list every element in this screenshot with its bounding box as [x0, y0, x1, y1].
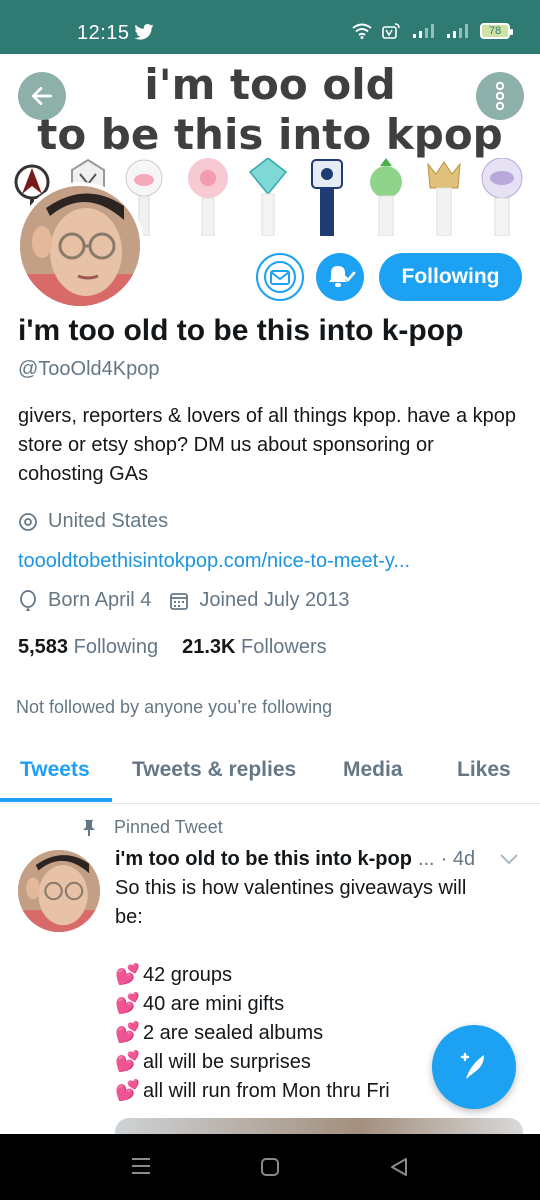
following-button[interactable]: Following — [379, 253, 522, 301]
lightstick-9 — [481, 158, 523, 236]
notifications-button[interactable] — [316, 253, 364, 301]
profile-handle: @TooOld4Kpop — [18, 358, 160, 380]
two-hearts-icon: 💕 — [115, 993, 140, 1015]
tweet-header: i'm too old to be this into k-pop ... · … — [115, 848, 475, 871]
pin-icon — [83, 819, 95, 836]
not-followed-notice: Not followed by anyone you’re following — [16, 697, 333, 717]
profile-bio: givers, reporters & lovers of all things… — [18, 405, 517, 485]
two-hearts-icon: 💕 — [115, 1080, 140, 1102]
arrow-left-icon — [31, 87, 53, 105]
tab-likes[interactable]: Likes — [457, 758, 511, 782]
tab-tweets[interactable]: Tweets — [20, 758, 90, 782]
calendar-icon — [170, 592, 189, 610]
profile-tabs: Tweets Tweets & replies Media Likes — [0, 742, 540, 804]
back-button[interactable] — [18, 72, 66, 120]
system-navigation-bar — [0, 1134, 540, 1200]
balloon-icon — [20, 589, 36, 611]
compose-tweet-button[interactable] — [432, 1025, 516, 1109]
lightstick-4 — [188, 158, 228, 236]
more-vertical-icon — [495, 81, 505, 111]
lightstick-6 — [311, 159, 343, 236]
tweet-author-avatar[interactable] — [18, 850, 100, 932]
tab-media[interactable]: Media — [343, 758, 403, 782]
lightstick-8 — [427, 161, 461, 236]
profile-location: United States — [18, 510, 168, 533]
tweet-media-preview[interactable] — [115, 1118, 523, 1134]
two-hearts-icon: 💕 — [115, 964, 140, 986]
tweet-ellipsis: ... — [417, 848, 435, 870]
battery-icon: 78 — [480, 23, 513, 39]
back-triangle-icon[interactable] — [388, 1156, 410, 1178]
location-pin-icon — [19, 512, 37, 531]
tab-tweets-replies[interactable]: Tweets & replies — [132, 758, 296, 782]
envelope-icon — [264, 261, 296, 293]
follow-counts: 5,583 Following 21.3K Followers — [18, 636, 327, 659]
tweet-author-name[interactable]: i'm too old to be this into k-pop — [115, 848, 412, 871]
following-count: 5,583 — [18, 636, 69, 658]
following-count-link[interactable]: 5,583 Following — [18, 636, 158, 658]
compose-feather-icon — [460, 1052, 484, 1079]
joined-text: Joined July 2013 — [199, 589, 350, 611]
menu-icon[interactable] — [130, 1156, 152, 1176]
followers-label: Followers — [241, 636, 327, 658]
tweet-list-item: 💕 42 groups — [115, 961, 525, 990]
following-label: Following — [73, 636, 159, 658]
profile-website-link[interactable]: toooldtobethisintokpop.com/nice-to-meet-… — [18, 550, 410, 573]
home-icon[interactable] — [259, 1156, 281, 1178]
more-options-button[interactable] — [476, 72, 524, 120]
wifi-icon — [352, 23, 372, 39]
followers-count-link[interactable]: 21.3K Followers — [182, 636, 327, 658]
twitter-bird-icon — [134, 24, 154, 40]
profile-name: i'm too old to be this into k-pop — [18, 314, 464, 347]
banner-title-line1: i'm too old — [144, 60, 396, 109]
message-button[interactable] — [256, 253, 304, 301]
profile-dates: Born April 4 Joined July 2013 — [18, 589, 350, 612]
status-bar: 12:15 78 — [0, 0, 540, 54]
avatar-photo — [20, 186, 140, 306]
tweet-line: be: — [115, 906, 143, 928]
volte-icon — [382, 23, 400, 39]
location-text: United States — [48, 510, 169, 532]
signal-icon — [447, 24, 468, 38]
two-hearts-icon: 💕 — [115, 1051, 140, 1073]
lightstick-5 — [248, 158, 288, 236]
tweet-line: So this is how valentines giveaways will — [115, 877, 467, 899]
lightstick-7 — [370, 158, 402, 236]
avatar-photo-small — [18, 850, 100, 932]
pinned-tweet-label: Pinned Tweet — [82, 817, 223, 838]
followers-count: 21.3K — [182, 636, 236, 658]
bell-check-icon — [329, 266, 356, 287]
active-tab-indicator — [0, 798, 112, 802]
born-text: Born April 4 — [48, 589, 152, 611]
two-hearts-icon: 💕 — [115, 1022, 140, 1044]
chevron-down-icon[interactable] — [499, 852, 519, 866]
signal-icon — [413, 24, 434, 38]
banner-title-line2: to be this into kpop — [37, 110, 503, 159]
tweet-list-item: 💕 40 are mini gifts — [115, 990, 525, 1019]
profile-avatar[interactable] — [16, 182, 144, 310]
status-time: 12:15 — [77, 22, 130, 44]
pinned-label-text: Pinned Tweet — [114, 817, 223, 837]
tweet-time: · 4d — [440, 848, 476, 870]
